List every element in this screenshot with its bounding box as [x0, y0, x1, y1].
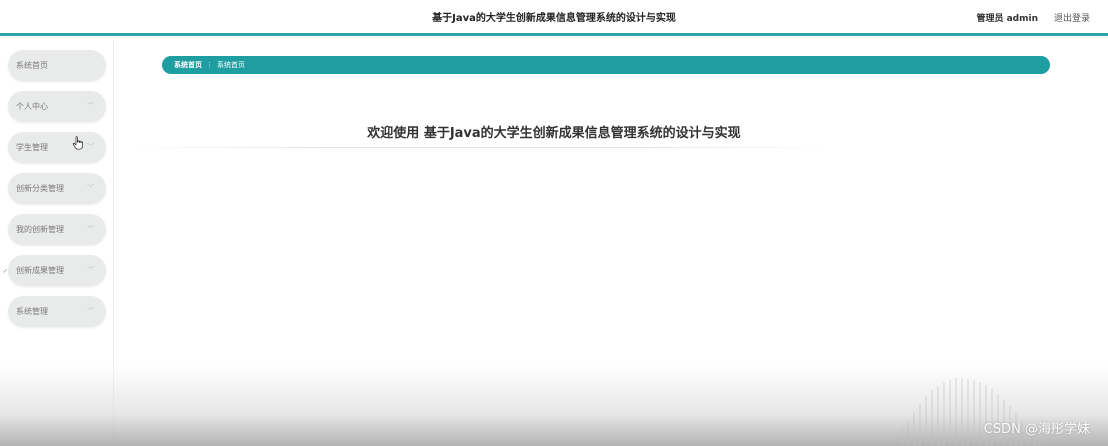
sidebar-item-label: 我的创新管理: [16, 225, 64, 234]
sidebar-item-label: 创新成果管理: [16, 266, 64, 275]
csdn-watermark: CSDN @海彤学妹: [983, 422, 1090, 437]
sidebar: 系统首页 个人中心 ﹀ 学生管理 ﹀ 创新分类管理 ﹀ 我的创新管理 ﹀ 创新成…: [0, 40, 114, 446]
sidebar-item-label: 创新分类管理: [16, 184, 64, 193]
breadcrumb-home-link[interactable]: 系统首页: [174, 61, 202, 69]
soundwave-decoration: [901, 378, 1041, 446]
chevron-down-icon: ﹀: [87, 184, 94, 192]
sidebar-item-label: 系统管理: [16, 307, 48, 316]
sidebar-item-label: 个人中心: [16, 102, 48, 111]
app-title: 基于Java的大学生创新成果信息管理系统的设计与实现: [432, 13, 676, 24]
chevron-down-icon: ﹀: [87, 266, 94, 274]
breadcrumb-current: 系统首页: [217, 61, 245, 69]
sidebar-item-my-innovation[interactable]: 我的创新管理 ﹀: [8, 214, 106, 245]
breadcrumb-separator: ⋮: [206, 61, 213, 69]
logout-link[interactable]: 退出登录: [1054, 0, 1090, 38]
current-user: 管理员 admin: [976, 14, 1038, 24]
chevron-down-icon: ﹀: [87, 225, 94, 233]
breadcrumb: 系统首页 ⋮ 系统首页: [162, 56, 1050, 74]
sidebar-item-innovation-category[interactable]: 创新分类管理 ﹀: [8, 173, 106, 204]
welcome-divider: [128, 147, 833, 148]
chevron-down-icon: ﹀: [87, 307, 94, 315]
sidebar-item-system-management[interactable]: 系统管理 ﹀: [8, 296, 106, 327]
welcome-heading: 欢迎使用 基于Java的大学生创新成果信息管理系统的设计与实现: [367, 126, 741, 141]
tick-mark-icon: [3, 269, 7, 273]
sidebar-item-label: 系统首页: [16, 61, 48, 70]
sidebar-item-innovation-results[interactable]: 创新成果管理 ﹀: [8, 255, 106, 286]
sidebar-item-home[interactable]: 系统首页: [8, 50, 106, 81]
sidebar-item-personal-center[interactable]: 个人中心 ﹀: [8, 91, 106, 122]
app-window: 基于Java的大学生创新成果信息管理系统的设计与实现 管理员 admin 退出登…: [0, 0, 1108, 446]
bottom-fade-overlay: [0, 366, 1108, 446]
top-header: 基于Java的大学生创新成果信息管理系统的设计与实现 管理员 admin 退出登…: [0, 0, 1108, 36]
chevron-down-icon: ﹀: [87, 102, 94, 110]
